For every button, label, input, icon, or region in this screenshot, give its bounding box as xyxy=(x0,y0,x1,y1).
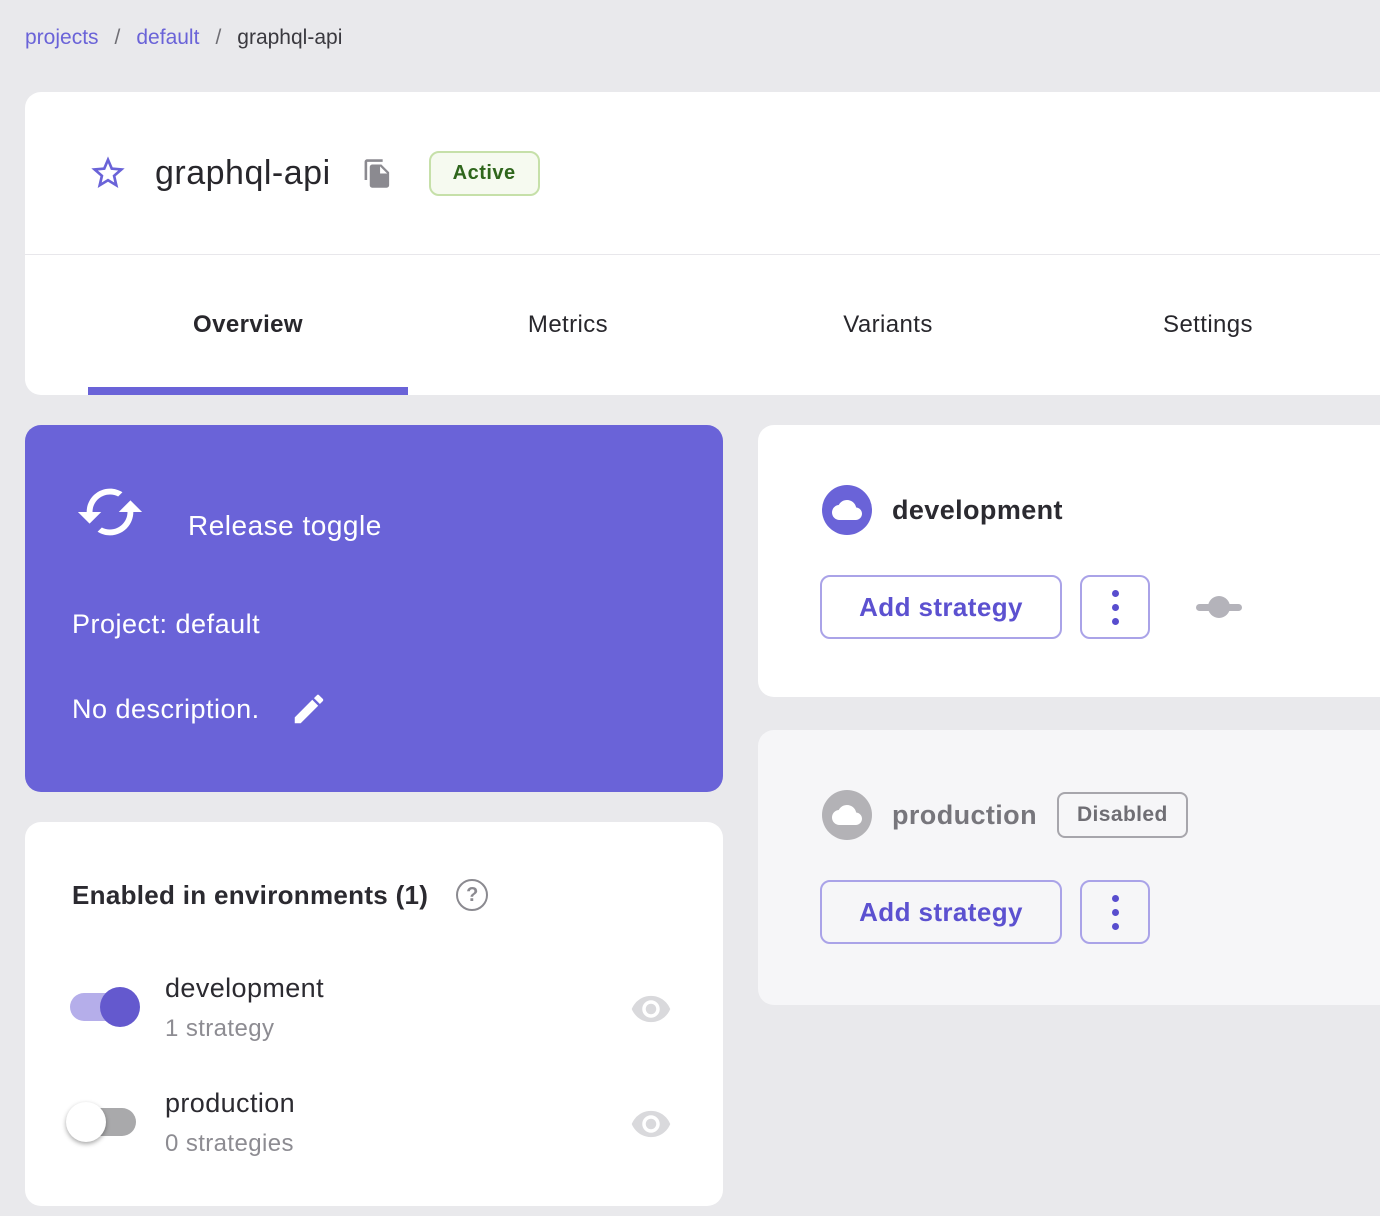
edit-description-button[interactable] xyxy=(290,690,328,728)
environment-card-production: production Disabled Add strategy xyxy=(758,730,1380,1005)
feature-title-row: graphql-api Active xyxy=(25,92,1380,255)
panel-title: Enabled in environments (1) xyxy=(72,879,429,910)
active-tab-indicator xyxy=(88,387,408,395)
environment-row-development: development 1 strategy xyxy=(25,970,723,1062)
environment-name: production xyxy=(892,799,1037,830)
enabled-environments-panel: Enabled in environments (1) ? developmen… xyxy=(25,822,723,1206)
copy-name-button[interactable] xyxy=(362,158,393,189)
environment-actions: Add strategy xyxy=(820,575,1242,639)
breadcrumb-current: graphql-api xyxy=(237,26,343,49)
feature-title: graphql-api xyxy=(155,153,331,192)
project-label: Project: default xyxy=(72,609,261,639)
environment-actions: Add strategy xyxy=(820,880,1150,944)
feature-tabs: Overview Metrics Variants Settings xyxy=(88,255,1368,395)
release-toggle-card: Release toggle Project: default No descr… xyxy=(25,425,723,792)
breadcrumb-projects-link[interactable]: projects xyxy=(25,26,99,50)
environment-row-name: production xyxy=(165,1088,296,1118)
feature-overview-page: projects / default / graphql-api graphql… xyxy=(0,0,1380,1216)
breadcrumb-separator: / xyxy=(215,26,222,49)
kebab-menu-icon xyxy=(1111,894,1119,902)
add-strategy-button[interactable]: Add strategy xyxy=(820,575,1062,639)
environment-header: production Disabled xyxy=(822,790,1188,840)
feature-header-card: graphql-api Active Overview Metrics Vari… xyxy=(25,92,1380,395)
pencil-icon xyxy=(290,690,328,728)
star-outline-icon xyxy=(88,153,128,193)
cloud-icon xyxy=(822,485,872,535)
eye-icon[interactable] xyxy=(630,988,672,1030)
environment-row-production: production 0 strategies xyxy=(25,1085,723,1177)
disabled-badge: Disabled xyxy=(1056,792,1188,838)
tab-variants[interactable]: Variants xyxy=(728,255,1048,395)
environment-toggle[interactable] xyxy=(1196,595,1242,619)
tab-settings[interactable]: Settings xyxy=(1048,255,1368,395)
status-badge: Active xyxy=(428,150,540,196)
environment-menu-button[interactable] xyxy=(1080,575,1150,639)
copy-icon xyxy=(362,158,393,189)
toggle-type-label: Release toggle xyxy=(188,510,382,541)
environment-card-development: development Add strategy xyxy=(758,425,1380,697)
environment-strategy-count: 1 strategy xyxy=(165,1015,275,1042)
description-row: No description. xyxy=(72,690,328,728)
description-text: No description. xyxy=(72,693,260,724)
development-toggle[interactable] xyxy=(70,987,140,1027)
kebab-menu-icon xyxy=(1111,589,1119,597)
panel-title-row: Enabled in environments (1) ? xyxy=(72,879,489,911)
environment-menu-button[interactable] xyxy=(1080,880,1150,944)
tab-metrics[interactable]: Metrics xyxy=(408,255,728,395)
release-loop-icon xyxy=(75,477,145,547)
favorite-button[interactable] xyxy=(88,153,128,193)
tab-overview[interactable]: Overview xyxy=(88,255,408,395)
production-toggle[interactable] xyxy=(66,1102,136,1142)
cloud-icon xyxy=(822,790,872,840)
environment-name: development xyxy=(892,494,1063,525)
environment-strategy-count: 0 strategies xyxy=(165,1130,294,1157)
breadcrumb: projects / default / graphql-api xyxy=(25,26,342,50)
help-icon[interactable]: ? xyxy=(456,879,489,911)
eye-icon[interactable] xyxy=(630,1103,672,1145)
environment-header: development xyxy=(822,485,1063,535)
breadcrumb-default-link[interactable]: default xyxy=(136,26,199,50)
add-strategy-button[interactable]: Add strategy xyxy=(820,880,1062,944)
environment-row-name: development xyxy=(165,973,325,1003)
breadcrumb-separator: / xyxy=(114,26,121,49)
